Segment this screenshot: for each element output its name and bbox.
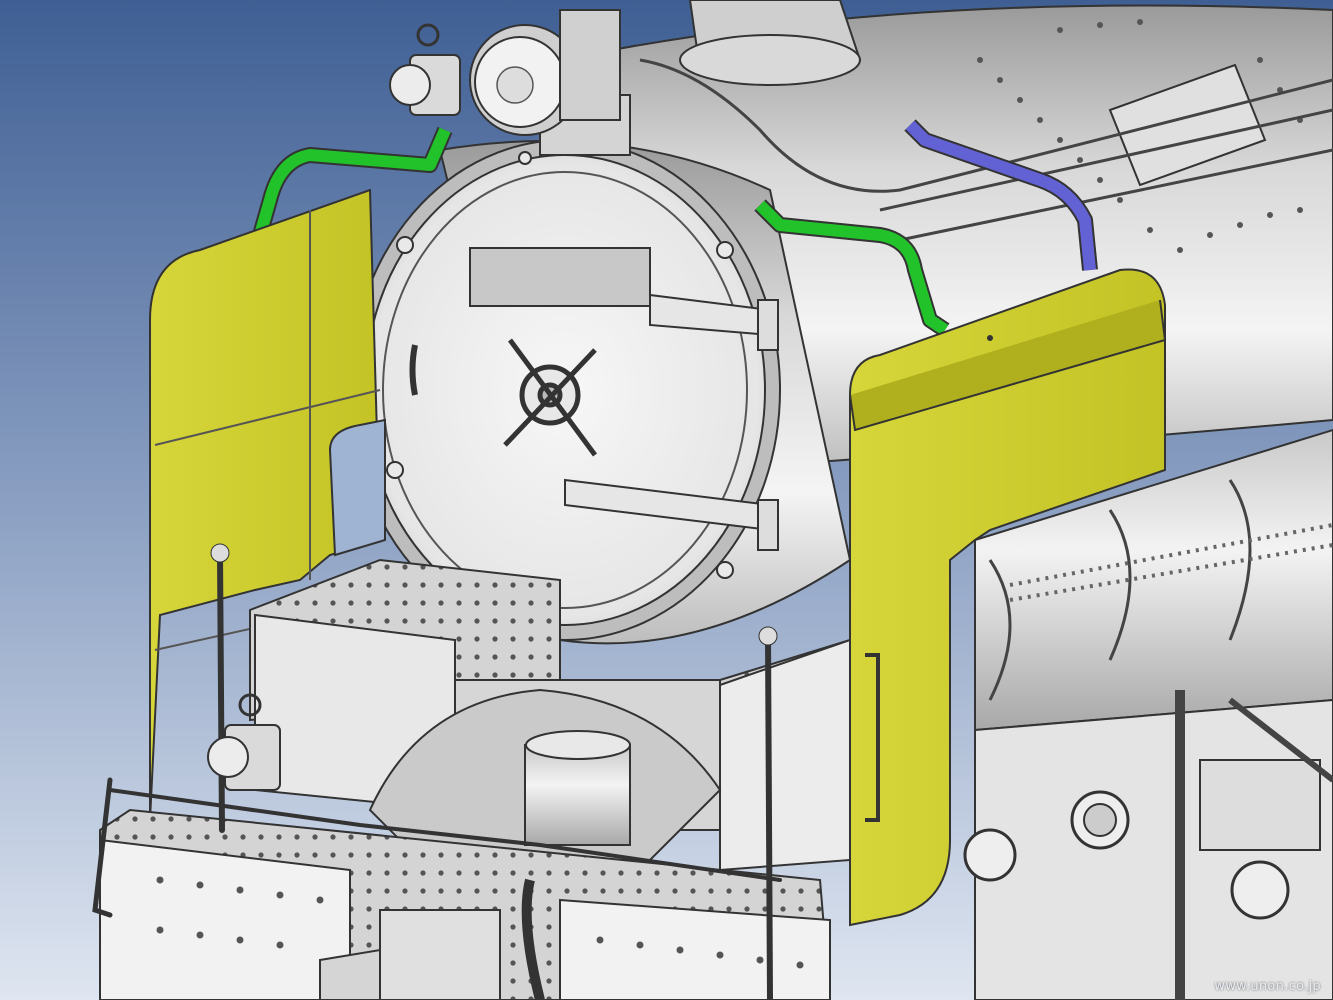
number-plate [469,247,651,307]
smokestack [679,0,862,86]
locomotive-rendering [0,0,1333,1000]
cad-viewport: www.unon.co.jp [0,0,1333,1000]
watermark-text: www.unon.co.jp [1214,979,1321,994]
